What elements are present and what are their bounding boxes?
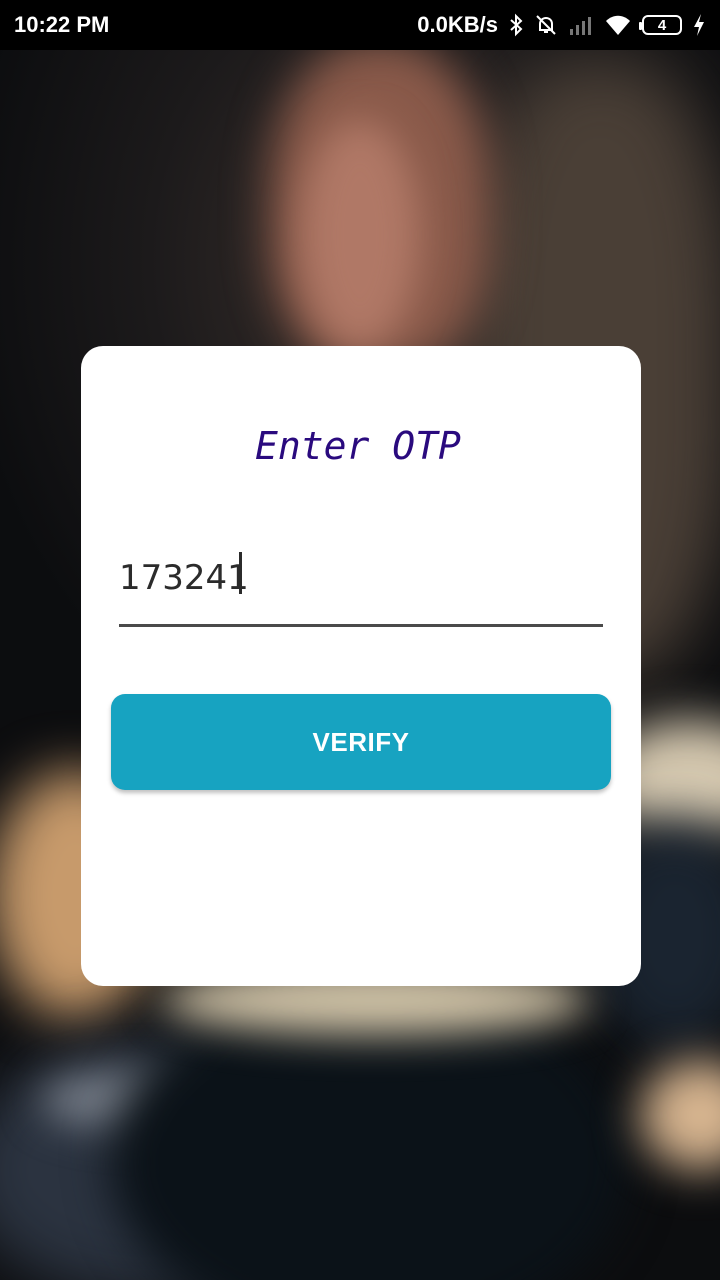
network-speed: 0.0KB/s — [417, 12, 498, 37]
mute-bell-icon — [534, 13, 558, 37]
otp-screen: 10:22 PM 0.0KB/s 4 Enter OTP 173241 VERI… — [0, 0, 720, 1280]
bluetooth-icon — [508, 13, 524, 37]
signal-icon — [568, 13, 594, 37]
otp-title-container: Enter OTP — [81, 418, 641, 474]
verify-button[interactable]: VERIFY — [111, 694, 611, 790]
otp-field[interactable] — [119, 538, 603, 628]
otp-title: Enter OTP — [255, 424, 461, 468]
status-icons: 0.0KB/s 4 — [417, 12, 706, 38]
charging-bolt-icon — [692, 13, 706, 37]
battery-level: 4 — [657, 16, 667, 34]
wifi-icon — [604, 13, 632, 37]
status-bar: 10:22 PM 0.0KB/s 4 — [0, 0, 720, 50]
battery-icon: 4 — [639, 15, 682, 35]
text-cursor — [239, 552, 242, 594]
otp-input-underline — [119, 624, 603, 627]
status-time: 10:22 PM — [14, 12, 110, 37]
otp-input[interactable] — [119, 548, 603, 608]
